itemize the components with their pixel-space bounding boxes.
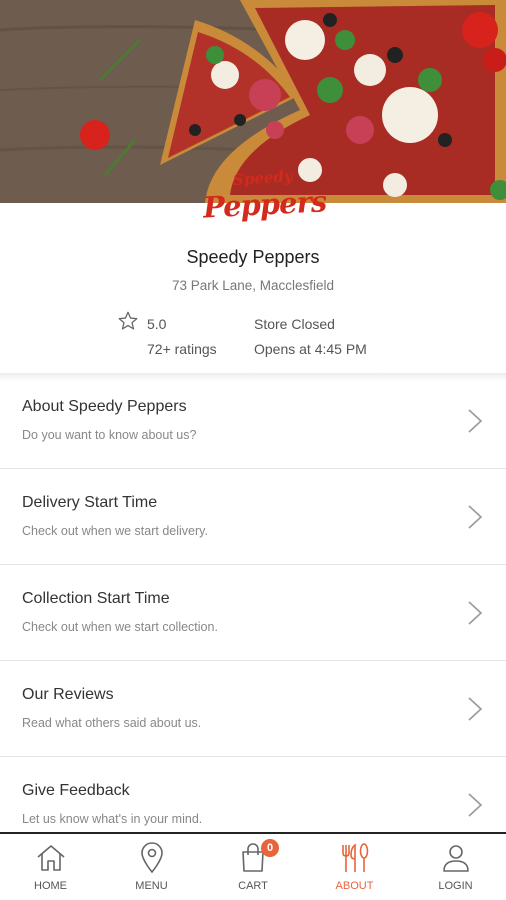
- list-item-title: About Speedy Peppers: [22, 398, 187, 415]
- list-item-title: Give Feedback: [22, 782, 130, 799]
- user-icon: [442, 845, 469, 872]
- nav-home[interactable]: HOME: [0, 834, 101, 900]
- nav-menu-label: MENU: [135, 880, 168, 892]
- store-address: 73 Park Lane, Macclesfield: [171, 278, 335, 293]
- about-menu-list: About Speedy Peppers Do you want to know…: [0, 373, 506, 833]
- nav-home-label: HOME: [34, 880, 67, 892]
- nav-menu[interactable]: MENU: [101, 834, 202, 900]
- list-item-collection-time[interactable]: Collection Start Time Check out when we …: [0, 565, 506, 661]
- chevron-right-icon: [468, 793, 483, 817]
- ratings-count: 72+ ratings: [147, 341, 217, 357]
- chevron-right-icon: [468, 697, 483, 721]
- chevron-right-icon: [468, 601, 483, 625]
- nav-cart[interactable]: 0 CART: [202, 834, 304, 900]
- star-icon: [118, 311, 138, 330]
- location-pin-icon: [140, 842, 163, 874]
- list-item-delivery-time[interactable]: Delivery Start Time Check out when we st…: [0, 469, 506, 565]
- list-item-subtitle: Do you want to know about us?: [22, 428, 197, 442]
- store-status: Store Closed: [254, 316, 335, 332]
- bottom-navigation: HOME MENU 0 CART ABOUT LOGIN: [0, 832, 506, 900]
- cart-count-badge: 0: [261, 839, 279, 857]
- list-item-subtitle: Let us know what's in your mind.: [22, 812, 203, 826]
- list-item-reviews[interactable]: Our Reviews Read what others said about …: [0, 661, 506, 757]
- list-item-about[interactable]: About Speedy Peppers Do you want to know…: [0, 373, 506, 469]
- nav-login-label: LOGIN: [438, 880, 473, 892]
- list-item-subtitle: Read what others said about us.: [22, 716, 202, 730]
- chevron-right-icon: [468, 409, 483, 433]
- list-item-title: Delivery Start Time: [22, 494, 158, 511]
- nav-login[interactable]: LOGIN: [405, 834, 506, 900]
- list-item-subtitle: Check out when we start collection.: [22, 620, 218, 634]
- nav-about-label: ABOUT: [335, 880, 374, 892]
- rating-value: 5.0: [147, 316, 167, 332]
- chevron-right-icon: [468, 505, 483, 529]
- list-item-title: Our Reviews: [22, 686, 114, 703]
- home-icon: [36, 845, 65, 871]
- list-item-title: Collection Start Time: [22, 590, 170, 607]
- nav-about[interactable]: ABOUT: [304, 834, 405, 900]
- opening-time: Opens at 4:45 PM: [254, 341, 367, 357]
- nav-cart-label: CART: [238, 880, 268, 892]
- store-name: Speedy Peppers: [186, 247, 320, 267]
- cutlery-icon: [341, 843, 368, 872]
- list-item-subtitle: Check out when we start delivery.: [22, 524, 208, 538]
- store-info: Speedy Peppers 73 Park Lane, Macclesfiel…: [0, 203, 506, 373]
- store-logo: Speedy Peppers: [202, 166, 327, 225]
